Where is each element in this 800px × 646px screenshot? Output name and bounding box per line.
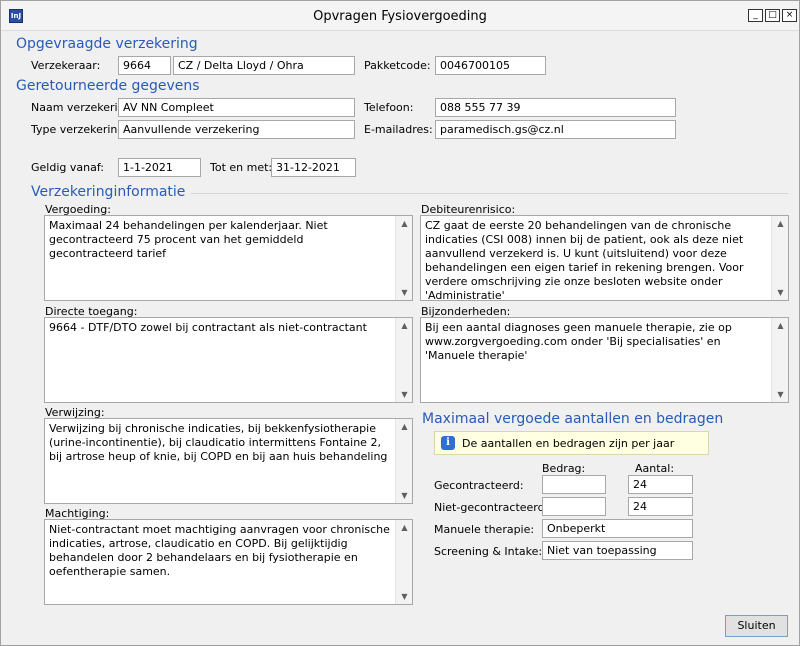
label-geldig-vanaf: Geldig vanaf: xyxy=(31,161,105,174)
scroll-down-icon[interactable]: ▼ xyxy=(400,491,409,500)
bijzonderheden-memo[interactable]: Bij een aantal diagnoses geen manuele th… xyxy=(420,317,789,403)
group-divider xyxy=(191,193,788,194)
label-screening-intake: Screening & Intake: xyxy=(434,545,543,558)
email-field[interactable]: paramedisch.gs@cz.nl xyxy=(435,120,676,139)
machtiging-scrollbar[interactable]: ▲ ▼ xyxy=(395,520,412,604)
niet-gecontracteerd-bedrag-field[interactable] xyxy=(542,497,606,516)
verzekeraar-name-field[interactable]: CZ / Delta Lloyd / Ohra xyxy=(173,56,355,75)
machtiging-text: Niet-contractant moet machtiging aanvrag… xyxy=(49,523,390,578)
screening-intake-field[interactable]: Niet van toepassing xyxy=(542,541,693,560)
label-gecontracteerd: Gecontracteerd: xyxy=(434,479,524,492)
info-notice: i De aantallen en bedragen zijn per jaar xyxy=(434,431,709,455)
vergoeding-memo[interactable]: Maximaal 24 behandelingen per kalenderja… xyxy=(44,215,413,301)
directe-toegang-text: 9664 - DTF/DTO zowel bij contractant als… xyxy=(49,321,367,334)
verwijzing-memo[interactable]: Verwijzing bij chronische indicaties, bi… xyxy=(44,418,413,504)
scroll-down-icon[interactable]: ▼ xyxy=(400,592,409,601)
naam-verzekering-field[interactable]: AV NN Compleet xyxy=(118,98,355,117)
verwijzing-text: Verwijzing bij chronische indicaties, bi… xyxy=(49,422,388,463)
label-tot-en-met: Tot en met: xyxy=(210,161,273,174)
scroll-down-icon[interactable]: ▼ xyxy=(400,390,409,399)
debiteurenrisico-scrollbar[interactable]: ▲ ▼ xyxy=(771,216,788,300)
bedrag-header: Bedrag: xyxy=(542,462,586,475)
scroll-down-icon[interactable]: ▼ xyxy=(776,390,785,399)
heading-geretourneerde: Geretourneerde gegevens xyxy=(16,78,200,94)
info-icon: i xyxy=(441,436,455,450)
scroll-up-icon[interactable]: ▲ xyxy=(776,219,785,228)
maximize-button[interactable]: □ xyxy=(765,9,780,22)
vergoeding-text: Maximaal 24 behandelingen per kalenderja… xyxy=(49,219,328,260)
label-type-verzekering: Type verzekering: xyxy=(31,123,129,136)
scroll-up-icon[interactable]: ▲ xyxy=(400,523,409,532)
scroll-up-icon[interactable]: ▲ xyxy=(400,321,409,330)
pakketcode-field[interactable]: 0046700105 xyxy=(435,56,546,75)
dialog-window: InJ Opvragen Fysiovergoeding _ □ × Opgev… xyxy=(0,0,800,646)
verzekeraar-code-field[interactable]: 9664 xyxy=(118,56,171,75)
scroll-up-icon[interactable]: ▲ xyxy=(776,321,785,330)
aantal-header: Aantal: xyxy=(635,462,675,475)
niet-gecontracteerd-aantal-field[interactable]: 24 xyxy=(628,497,693,516)
debiteurenrisico-memo[interactable]: CZ gaat de eerste 20 behandelingen van d… xyxy=(420,215,789,301)
gecontracteerd-bedrag-field[interactable] xyxy=(542,475,606,494)
close-button[interactable]: × xyxy=(782,9,797,22)
telefoon-field[interactable]: 088 555 77 39 xyxy=(435,98,676,117)
geldig-vanaf-field[interactable]: 1-1-2021 xyxy=(118,158,201,177)
label-pakketcode: Pakketcode: xyxy=(364,59,431,72)
verwijzing-scrollbar[interactable]: ▲ ▼ xyxy=(395,419,412,503)
directe-toegang-memo[interactable]: 9664 - DTF/DTO zowel bij contractant als… xyxy=(44,317,413,403)
scroll-down-icon[interactable]: ▼ xyxy=(400,288,409,297)
sluiten-button[interactable]: Sluiten xyxy=(725,615,788,637)
bijzonderheden-text: Bij een aantal diagnoses geen manuele th… xyxy=(425,321,732,362)
heading-verzekeringinformatie: Verzekeringinformatie xyxy=(31,184,186,200)
label-verzekeraar: Verzekeraar: xyxy=(31,59,101,72)
minimize-button[interactable]: _ xyxy=(748,9,763,22)
machtiging-memo[interactable]: Niet-contractant moet machtiging aanvrag… xyxy=(44,519,413,605)
label-manuele-therapie: Manuele therapie: xyxy=(434,523,535,536)
manuele-therapie-field[interactable]: Onbeperkt xyxy=(542,519,693,538)
debiteurenrisico-text: CZ gaat de eerste 20 behandelingen van d… xyxy=(425,219,744,301)
title-bar[interactable]: InJ Opvragen Fysiovergoeding _ □ × xyxy=(1,1,799,31)
scroll-down-icon[interactable]: ▼ xyxy=(776,288,785,297)
label-email: E-mailadres: xyxy=(364,123,433,136)
scroll-up-icon[interactable]: ▲ xyxy=(400,422,409,431)
type-verzekering-field[interactable]: Aanvullende verzekering xyxy=(118,120,355,139)
info-notice-text: De aantallen en bedragen zijn per jaar xyxy=(462,437,675,450)
directe-toegang-scrollbar[interactable]: ▲ ▼ xyxy=(395,318,412,402)
label-niet-gecontracteerd: Niet-gecontracteerd: xyxy=(434,501,549,514)
window-title: Opvragen Fysiovergoeding xyxy=(313,9,487,24)
heading-maximaal: Maximaal vergoede aantallen en bedragen xyxy=(422,411,724,427)
heading-opgevraagde: Opgevraagde verzekering xyxy=(16,36,198,52)
bijzonderheden-scrollbar[interactable]: ▲ ▼ xyxy=(771,318,788,402)
scroll-up-icon[interactable]: ▲ xyxy=(400,219,409,228)
vergoeding-scrollbar[interactable]: ▲ ▼ xyxy=(395,216,412,300)
tot-en-met-field[interactable]: 31-12-2021 xyxy=(271,158,356,177)
gecontracteerd-aantal-field[interactable]: 24 xyxy=(628,475,693,494)
label-telefoon: Telefoon: xyxy=(364,101,414,114)
